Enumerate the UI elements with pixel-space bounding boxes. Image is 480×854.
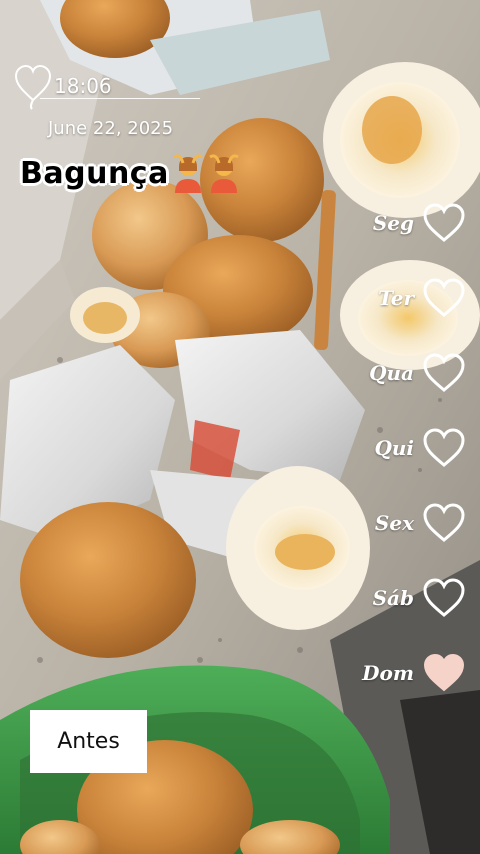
- background-photo: [0, 0, 480, 854]
